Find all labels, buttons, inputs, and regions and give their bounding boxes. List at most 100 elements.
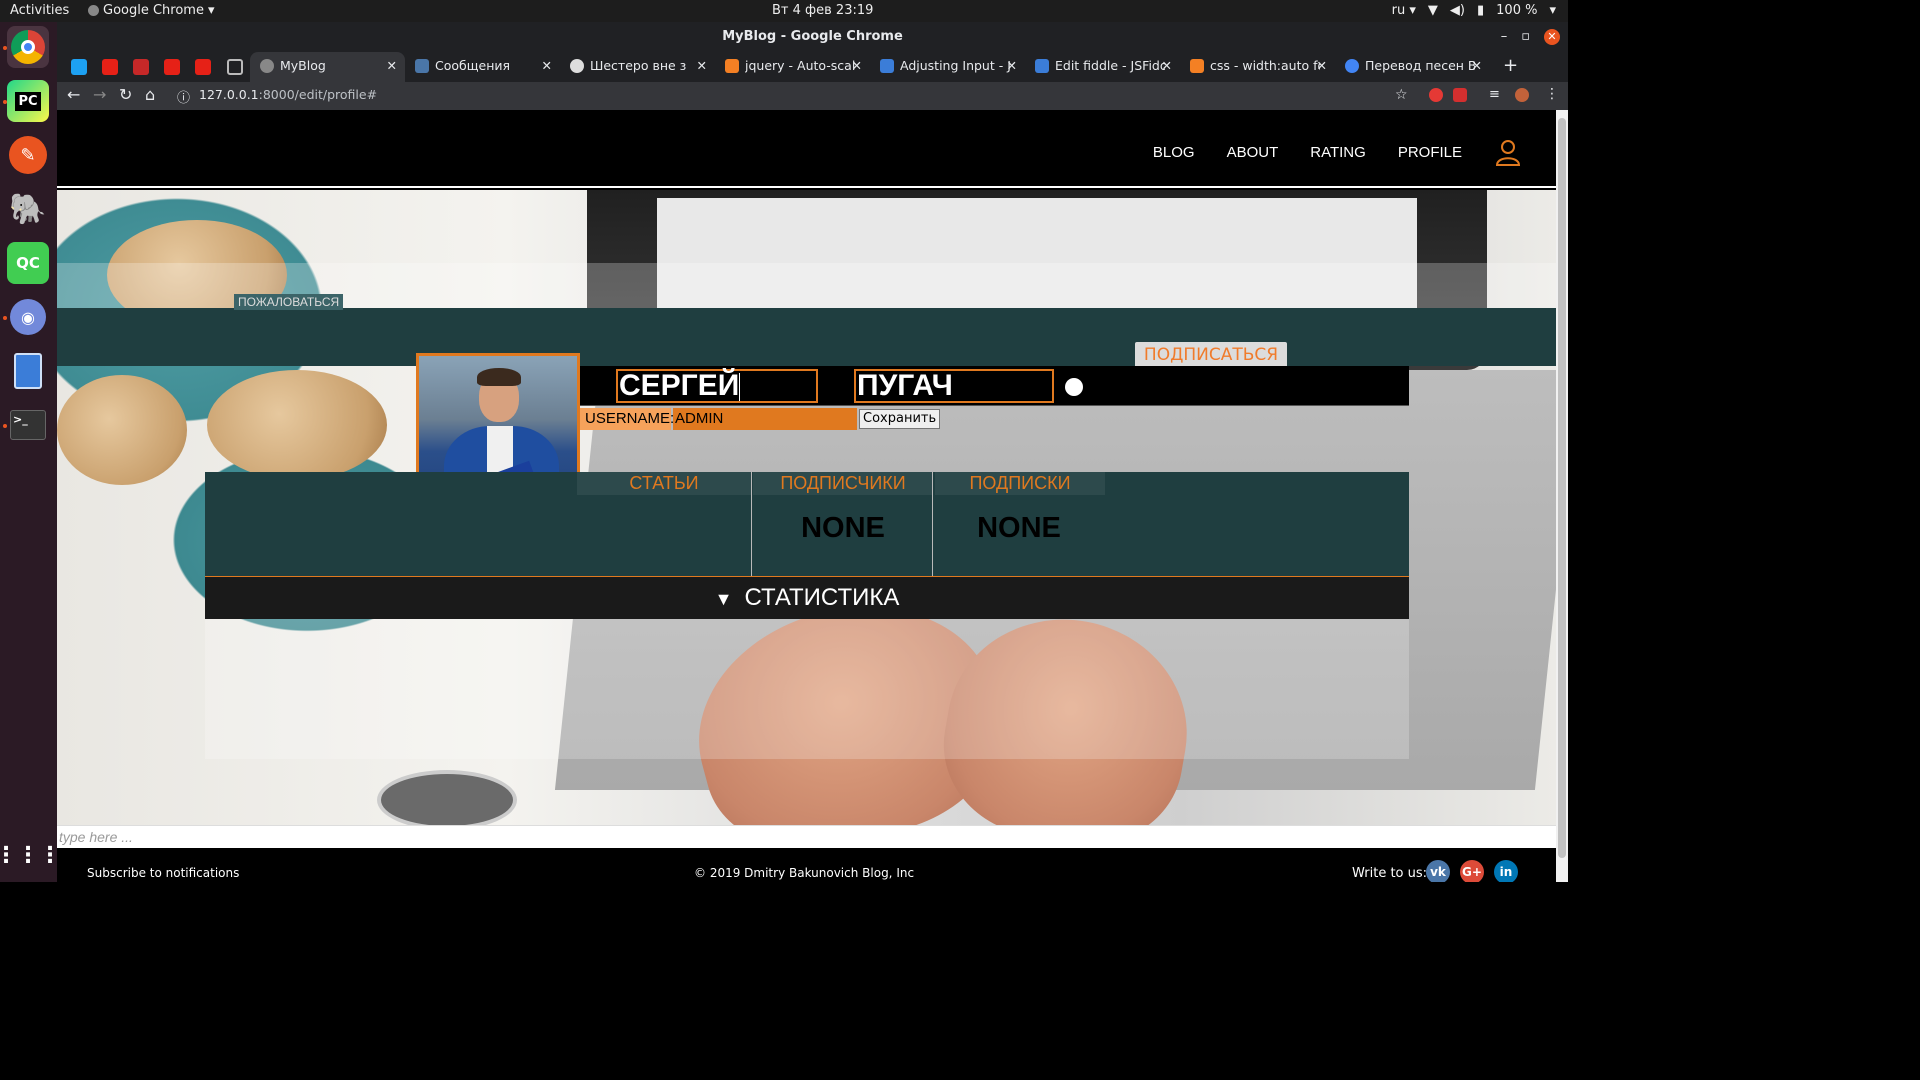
system-tray[interactable]: ru ▾ ▼ ◀) ▮ 100 % ▾ <box>1392 3 1556 18</box>
wifi-icon: ▼ <box>1427 3 1438 18</box>
chrome-icon[interactable] <box>7 26 49 68</box>
inkscape-icon[interactable]: ✎ <box>7 134 49 176</box>
qtcreator-icon[interactable]: QC <box>7 242 49 284</box>
tab-label: jquery - Auto-scali <box>745 58 855 73</box>
close-tab-icon[interactable]: ✕ <box>387 52 397 80</box>
close-tab-icon[interactable]: ✕ <box>697 52 707 80</box>
dock: PC ✎ 🐘 QC ◉ >_ ⋮⋮⋮ <box>0 22 61 882</box>
terminal-icon[interactable]: >_ <box>7 404 49 446</box>
save-button[interactable]: Сохранить <box>859 409 941 429</box>
discord-icon[interactable]: ◉ <box>7 296 49 338</box>
postgres-icon[interactable]: 🐘 <box>7 188 49 230</box>
stat-header-following[interactable]: ПОДПИСКИ <box>935 472 1105 495</box>
statistics-panel <box>205 619 1409 759</box>
media-icon[interactable]: ≡ <box>1489 87 1500 102</box>
pinned-tab-icon[interactable] <box>71 59 87 75</box>
first-name-field[interactable]: СЕРГЕЙ <box>616 369 818 403</box>
chevron-down-icon: ▾ <box>1549 3 1556 18</box>
close-tab-icon[interactable]: ✕ <box>1317 52 1327 80</box>
grid-icon[interactable] <box>227 59 243 75</box>
close-tab-icon[interactable]: ✕ <box>1162 52 1172 80</box>
battery-level: 100 % <box>1496 3 1538 18</box>
stat-followers-value: NONE <box>801 512 885 544</box>
text-editor-icon[interactable] <box>7 350 49 392</box>
app-grid-icon[interactable]: ⋮⋮⋮ <box>0 834 61 876</box>
address-bar[interactable]: 127.0.0.1:8000/edit/profile# <box>199 87 377 102</box>
home-icon[interactable]: ⌂ <box>145 85 155 104</box>
extension-icon[interactable] <box>1429 88 1443 102</box>
google-plus-icon[interactable]: G+ <box>1460 860 1484 882</box>
tab-lyrics[interactable]: Перевод песен Bl ✕ <box>1335 52 1490 82</box>
window-title: MyBlog - Google Chrome <box>722 29 903 44</box>
maximize-icon[interactable]: ▫ <box>1521 22 1530 52</box>
youtube-icon[interactable] <box>164 59 180 75</box>
nav-profile[interactable]: PROFILE <box>1398 144 1462 161</box>
extension-icon[interactable] <box>1453 88 1467 102</box>
username-field[interactable]: ADMIN <box>673 408 857 430</box>
close-tab-icon[interactable]: ✕ <box>852 52 862 80</box>
star-icon[interactable]: ☆ <box>1395 87 1408 103</box>
keyboard-layout[interactable]: ru ▾ <box>1392 3 1416 18</box>
tab-myblog[interactable]: MyBlog ✕ <box>250 52 405 82</box>
close-tab-icon[interactable]: ✕ <box>542 52 552 80</box>
site-icon <box>570 59 584 73</box>
nav-rating[interactable]: RATING <box>1310 144 1366 161</box>
stat-header-articles[interactable]: СТАТЬИ <box>577 472 751 495</box>
tab-label: css - width:auto fo <box>1210 58 1320 73</box>
app-menu[interactable]: Google Chrome ▾ <box>88 3 215 18</box>
scrollbar-thumb[interactable] <box>1558 118 1566 858</box>
profile-avatar-icon[interactable] <box>1515 88 1529 102</box>
statistics-toggle[interactable]: ▼ СТАТИСТИКА <box>205 576 1409 619</box>
profile-header-band <box>57 308 1556 366</box>
last-name-field[interactable]: ПУГАЧ <box>854 369 1054 403</box>
tab-video[interactable]: Шестеро вне з ✕ <box>560 52 715 82</box>
volume-icon: ◀) <box>1449 3 1465 18</box>
tab-jsfiddle-2[interactable]: Edit fiddle - JSFidd ✕ <box>1025 52 1180 82</box>
minimize-icon[interactable]: – <box>1501 22 1508 52</box>
report-button[interactable]: ПОЖАЛОВАТЬСЯ <box>234 294 344 310</box>
reload-icon[interactable]: ↻ <box>119 85 132 104</box>
close-icon[interactable]: ✕ <box>1544 29 1560 45</box>
stat-header-followers[interactable]: ПОДПИСЧИКИ <box>753 472 933 495</box>
forward-icon[interactable]: → <box>93 85 106 104</box>
youtube-icon[interactable] <box>195 59 211 75</box>
nav-about[interactable]: ABOUT <box>1227 144 1279 161</box>
tab-stackoverflow-2[interactable]: css - width:auto fo ✕ <box>1180 52 1335 82</box>
footer-input[interactable]: type here ... <box>57 825 1556 848</box>
running-indicator <box>3 316 7 320</box>
back-icon[interactable]: ← <box>67 85 80 104</box>
activities-button[interactable]: Activities <box>10 3 69 18</box>
tab-stackoverflow-1[interactable]: jquery - Auto-scali ✕ <box>715 52 870 82</box>
scrollbar[interactable] <box>1556 110 1568 882</box>
running-indicator <box>3 46 7 50</box>
pycharm-icon[interactable]: PC <box>7 80 49 122</box>
subscribe-button[interactable]: ПОДПИСАТЬСЯ <box>1135 342 1287 368</box>
vk-icon[interactable]: vk <box>1426 860 1450 882</box>
cookie-image <box>57 375 187 485</box>
username-row: USERNAME: ADMIN <box>579 408 859 430</box>
site-nav: BLOG ABOUT RATING PROFILE <box>57 110 1556 188</box>
divider <box>751 472 752 576</box>
close-tab-icon[interactable]: ✕ <box>1007 52 1017 80</box>
chevron-down-icon: ▾ <box>207 3 215 18</box>
close-tab-icon[interactable]: ✕ <box>1472 52 1482 80</box>
stat-following-value: NONE <box>977 512 1061 544</box>
info-icon[interactable]: ⓘ <box>177 87 190 106</box>
globe-icon <box>260 59 274 73</box>
tab-messages[interactable]: Сообщения ✕ <box>405 52 560 82</box>
menu-icon[interactable]: ⋮ <box>1545 86 1559 102</box>
user-icon[interactable] <box>1494 138 1522 166</box>
pinned-tab-icon[interactable] <box>133 59 149 75</box>
web-page: BLOG ABOUT RATING PROFILE ПОЖАЛОВАТЬСЯ П… <box>57 110 1556 882</box>
youtube-icon[interactable] <box>102 59 118 75</box>
new-tab-button[interactable]: + <box>1503 52 1518 80</box>
linkedin-icon[interactable]: in <box>1494 860 1518 882</box>
status-dot[interactable] <box>1065 378 1083 396</box>
tab-jsfiddle-1[interactable]: Adjusting Input - J ✕ <box>870 52 1025 82</box>
jsfiddle-icon <box>1035 59 1049 73</box>
clock[interactable]: Вт 4 фев 23:19 <box>772 3 873 18</box>
subscribe-notifications-link[interactable]: Subscribe to notifications <box>87 866 239 880</box>
nav-blog[interactable]: BLOG <box>1153 144 1195 161</box>
window-title-bar: MyBlog - Google Chrome – ▫ ✕ <box>57 22 1568 52</box>
write-to-us-label: Write to us: <box>1352 866 1428 881</box>
